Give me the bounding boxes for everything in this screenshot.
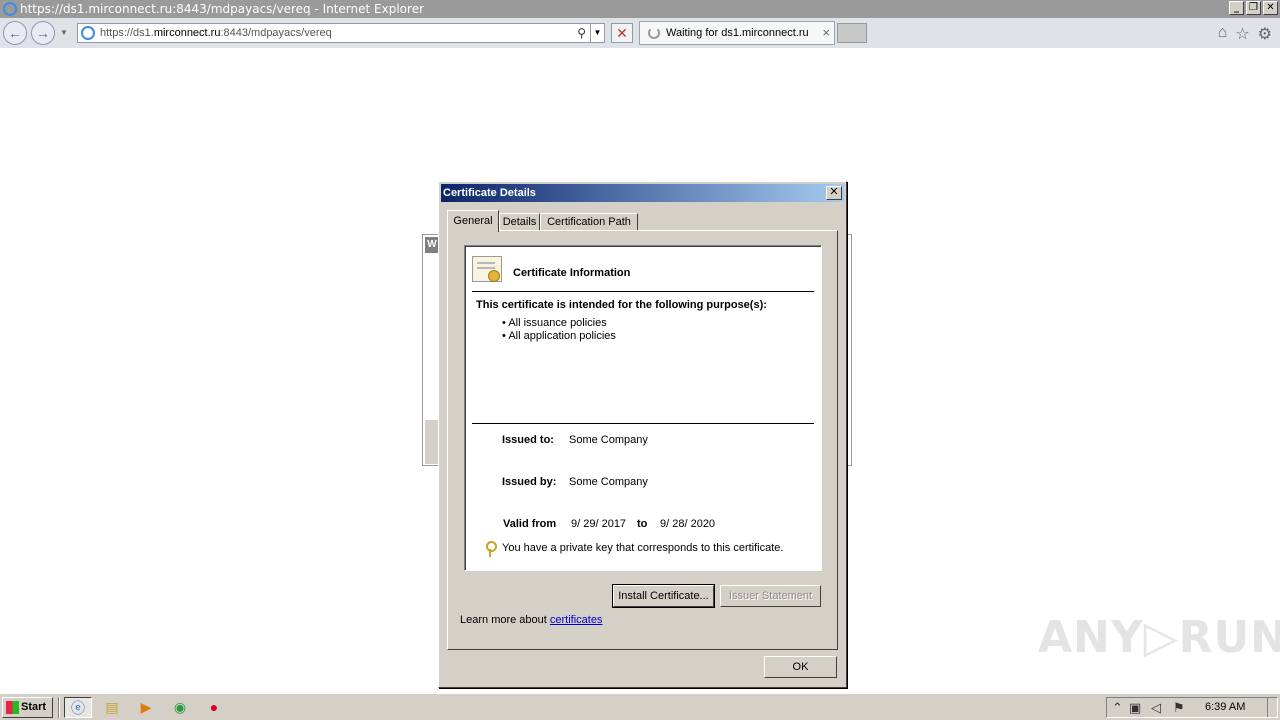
certificate-info-heading: Certificate Information [513, 267, 631, 279]
valid-to-value: 9/ 28/ 2020 [660, 518, 716, 530]
stop-button[interactable]: ✕ [611, 23, 633, 43]
tab-label: Waiting for ds1.mirconnect.ru [666, 27, 809, 39]
window-controls: _ ❐ ✕ [1229, 1, 1278, 15]
windows-logo-icon [6, 701, 19, 714]
purpose-item: All issuance policies [502, 317, 616, 330]
browser-tab[interactable]: Waiting for ds1.mirconnect.ru × [639, 21, 835, 45]
valid-to-label: to [637, 518, 648, 530]
volume-icon[interactable]: ◁ [1151, 700, 1161, 716]
opera-icon[interactable]: ● [200, 697, 228, 718]
heading-divider [472, 291, 814, 292]
new-tab-button[interactable] [837, 23, 867, 43]
private-key-icon [485, 541, 497, 557]
action-center-flag-icon[interactable]: ⚑ [1173, 700, 1185, 716]
window-titlebar: https://ds1.mirconnect.ru:8443/mdpayacs/… [0, 0, 1280, 18]
media-player-icon[interactable]: ▶ [132, 697, 160, 718]
minimize-button[interactable]: _ [1229, 1, 1244, 15]
issued-to-label: Issued to: [502, 434, 554, 446]
general-tab-panel: Certificate Information This certificate… [447, 230, 838, 650]
tab-close-icon[interactable]: × [822, 25, 830, 40]
start-button[interactable]: Start [2, 697, 53, 718]
certificate-details-dialog: Certificate Details ✕ General Details Ce… [438, 181, 847, 688]
certificates-link[interactable]: certificates [550, 614, 603, 626]
ok-button[interactable]: OK [764, 656, 837, 678]
browser-toolbar: ← → ▼ https://ds1.mirconnect.ru:8443/mdp… [0, 18, 1280, 48]
back-button[interactable]: ← [3, 21, 27, 45]
purpose-list: All issuance policies All application po… [502, 317, 616, 343]
tab-certification-path[interactable]: Certification Path [540, 213, 638, 231]
install-certificate-button[interactable]: Install Certificate... [612, 584, 715, 608]
window-close-button[interactable]: ✕ [1263, 1, 1278, 15]
address-bar[interactable]: https://ds1.mirconnect.ru:8443/mdpayacs/… [77, 23, 605, 43]
taskbar-separator [58, 697, 60, 718]
tab-details[interactable]: Details [499, 213, 540, 231]
address-dropdown-icon[interactable]: ▼ [590, 24, 604, 42]
learn-more-text: Learn more about certificates [460, 614, 603, 626]
toolbar-icons: ⌂ ☆ ⚙ [1218, 24, 1272, 44]
chrome-icon[interactable]: ◉ [166, 697, 194, 718]
background-window-strip [425, 420, 439, 464]
issued-by-value: Some Company [569, 476, 648, 488]
issued-by-label: Issued by: [502, 476, 557, 488]
loading-spinner-icon [648, 27, 660, 39]
network-icon[interactable]: ▣ [1129, 700, 1141, 716]
dialog-title: Certificate Details [443, 187, 536, 199]
valid-from-label: Valid from [503, 518, 557, 530]
window-title: https://ds1.mirconnect.ru:8443/mdpayacs/… [20, 2, 425, 16]
restore-button[interactable]: ❐ [1246, 1, 1261, 15]
tools-gear-icon[interactable]: ⚙ [1258, 24, 1272, 44]
certificate-icon [472, 256, 502, 282]
purpose-divider [472, 423, 814, 424]
issued-to-value: Some Company [569, 434, 648, 446]
forward-button[interactable]: → [31, 21, 55, 45]
dialog-titlebar: Certificate Details ✕ [441, 184, 844, 202]
purpose-heading: This certificate is intended for the fol… [476, 299, 767, 311]
internet-explorer-taskbar-icon[interactable]: ⓔ [64, 697, 92, 718]
home-icon[interactable]: ⌂ [1218, 24, 1228, 44]
clock[interactable]: 6:39 AM [1205, 701, 1245, 713]
purpose-item: All application policies [502, 330, 616, 343]
taskbar: Start ⓔ ▤ ▶ ◉ ● ⌃ ▣ ◁ ⚑ 6:39 AM [0, 693, 1280, 720]
internet-explorer-icon [3, 2, 17, 16]
file-explorer-icon[interactable]: ▤ [98, 697, 126, 718]
search-icon[interactable]: ⚲ [577, 26, 586, 40]
address-url[interactable]: https://ds1.mirconnect.ru:8443/mdpayacs/… [100, 27, 332, 39]
private-key-note: You have a private key that corresponds … [502, 542, 784, 554]
background-window-letter: W [425, 237, 439, 253]
tab-general[interactable]: General [447, 210, 499, 232]
certificate-info-box: Certificate Information This certificate… [464, 245, 822, 571]
history-dropdown-icon[interactable]: ▼ [60, 28, 68, 37]
show-desktop-button[interactable] [1267, 698, 1277, 717]
watermark-logo: ANY▷RUN [1038, 612, 1280, 663]
valid-from-value: 9/ 29/ 2017 [571, 518, 627, 530]
issuer-statement-button[interactable]: Issuer Statement [720, 585, 821, 607]
dialog-close-button[interactable]: ✕ [826, 186, 842, 200]
back-arrow-icon: ← [8, 25, 22, 41]
show-hidden-icons-icon[interactable]: ⌃ [1112, 700, 1123, 716]
favorites-star-icon[interactable]: ☆ [1235, 24, 1249, 44]
forward-arrow-icon: → [36, 25, 50, 41]
system-tray: ⌃ ▣ ◁ ⚑ 6:39 AM [1106, 697, 1278, 718]
site-favicon-icon [81, 26, 95, 40]
